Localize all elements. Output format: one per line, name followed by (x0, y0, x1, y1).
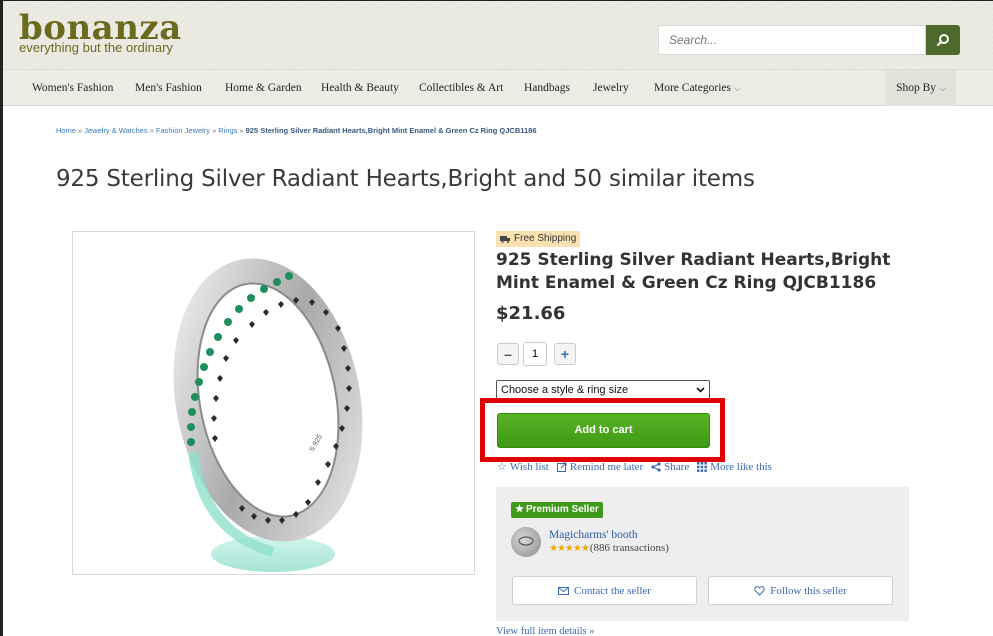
quantity-decrease-button[interactable]: – (497, 343, 519, 365)
ring-image: S 925 (173, 258, 363, 572)
breadcrumb-current: 925 Sterling Silver Radiant Hearts,Brigh… (245, 126, 537, 135)
contact-seller-button[interactable]: Contact the seller (512, 576, 697, 605)
breadcrumb-fashion-jewelry[interactable]: Fashion Jewelry (156, 126, 210, 135)
share-label: Share (664, 460, 690, 473)
share-link[interactable]: Share (651, 460, 689, 473)
nav-more-categories-label: More Categories (654, 82, 731, 94)
share-icon (651, 461, 661, 472)
nav-shop-by[interactable]: Shop By ⌵ (886, 70, 956, 106)
wish-list-link[interactable]: ☆ Wish list (497, 460, 549, 474)
remind-later-label: Remind me later (569, 460, 644, 473)
remind-icon (556, 462, 567, 472)
bonanza-logo[interactable]: bonanza everything but the ordinary (19, 8, 182, 55)
seller-name-link[interactable]: Magicharms' booth (549, 529, 638, 541)
quantity-input[interactable] (523, 342, 547, 366)
search-icon (936, 34, 949, 47)
site-header: bonanza everything but the ordinary (3, 1, 993, 69)
breadcrumb-home[interactable]: Home (56, 126, 76, 135)
chevron-down-icon: ⌵ (939, 83, 946, 93)
breadcrumb-separator: » (149, 126, 154, 135)
breadcrumb: Home» Jewelry & Watches» Fashion Jewelry» R… (56, 126, 537, 135)
seller-rating: ★★★★★ (886 transactions) (549, 542, 669, 554)
nav-more-categories[interactable]: More Categories ⌵ (654, 70, 741, 106)
free-shipping-badge: Free Shipping (496, 231, 581, 247)
logo-tagline: everything but the ordinary (19, 40, 173, 55)
contact-seller-label: Contact the seller (574, 584, 651, 597)
envelope-icon (558, 586, 569, 595)
product-image[interactable]: S 925 (72, 231, 475, 575)
transaction-count: (886 transactions) (589, 542, 669, 554)
chevron-down-icon: ⌵ (733, 83, 741, 93)
grid-icon (697, 461, 708, 472)
breadcrumb-rings[interactable]: Rings (218, 126, 237, 135)
product-price: $21.66 (496, 303, 566, 324)
breadcrumb-separator: » (239, 126, 244, 135)
seller-avatar[interactable] (511, 527, 541, 557)
remind-later-link[interactable]: Remind me later (556, 460, 644, 473)
shop-by-label: Shop By (896, 82, 937, 94)
truck-icon (500, 236, 510, 243)
page-title: 925 Sterling Silver Radiant Hearts,Brigh… (56, 166, 755, 192)
nav-jewelry[interactable]: Jewelry (593, 70, 629, 106)
quantity-increase-button[interactable]: + (554, 343, 576, 365)
breadcrumb-separator: » (212, 126, 217, 135)
breadcrumb-separator: » (78, 126, 83, 135)
avatar-image (518, 536, 534, 546)
breadcrumb-jewelry-watches[interactable]: Jewelry & Watches (84, 126, 148, 135)
seller-panel: ★ Premium Seller Magicharms' booth ★★★★★ … (496, 487, 909, 621)
premium-seller-badge: ★ Premium Seller (511, 502, 603, 518)
nav-home-garden[interactable]: Home & Garden (225, 70, 302, 106)
star-icon: ★ (515, 504, 524, 515)
view-full-details-link[interactable]: View full item details » (496, 626, 595, 636)
star-outline-icon: ☆ (497, 461, 507, 473)
wish-list-label: Wish list (509, 460, 549, 473)
chevron-down-icon (696, 386, 705, 393)
add-to-cart-button[interactable]: Add to cart (497, 413, 710, 448)
nav-collectibles-art[interactable]: Collectibles & Art (419, 70, 503, 106)
more-like-this-link[interactable]: More like this (697, 460, 772, 473)
free-shipping-label: Free Shipping (514, 233, 577, 244)
search-input[interactable] (658, 25, 926, 55)
logo-wordmark: bonanza (19, 8, 182, 48)
more-like-this-label: More like this (710, 460, 772, 473)
search-button[interactable] (926, 25, 960, 55)
premium-seller-label: Premium Seller (525, 504, 599, 515)
nav-handbags[interactable]: Handbags (524, 70, 570, 106)
heart-outline-icon (754, 585, 765, 596)
style-select-value: Choose a style & ring size (501, 383, 629, 396)
nav-womens-fashion[interactable]: Women's Fashion (32, 70, 113, 106)
follow-seller-button[interactable]: Follow this seller (708, 576, 893, 605)
nav-health-beauty[interactable]: Health & Beauty (321, 70, 399, 106)
nav-mens-fashion[interactable]: Men's Fashion (135, 70, 202, 106)
follow-seller-label: Follow this seller (770, 584, 847, 597)
rating-stars-icon: ★★★★★ (549, 542, 590, 554)
ring-engraving: S 925 (309, 434, 324, 453)
product-title: 925 Sterling Silver Radiant Hearts,Brigh… (496, 250, 891, 293)
item-actions: ☆ Wish list Remind me later Share More li… (497, 460, 772, 474)
category-nav: Women's Fashion Men's Fashion Home & Gar… (3, 69, 993, 106)
style-size-select[interactable]: Choose a style & ring size (496, 380, 710, 399)
